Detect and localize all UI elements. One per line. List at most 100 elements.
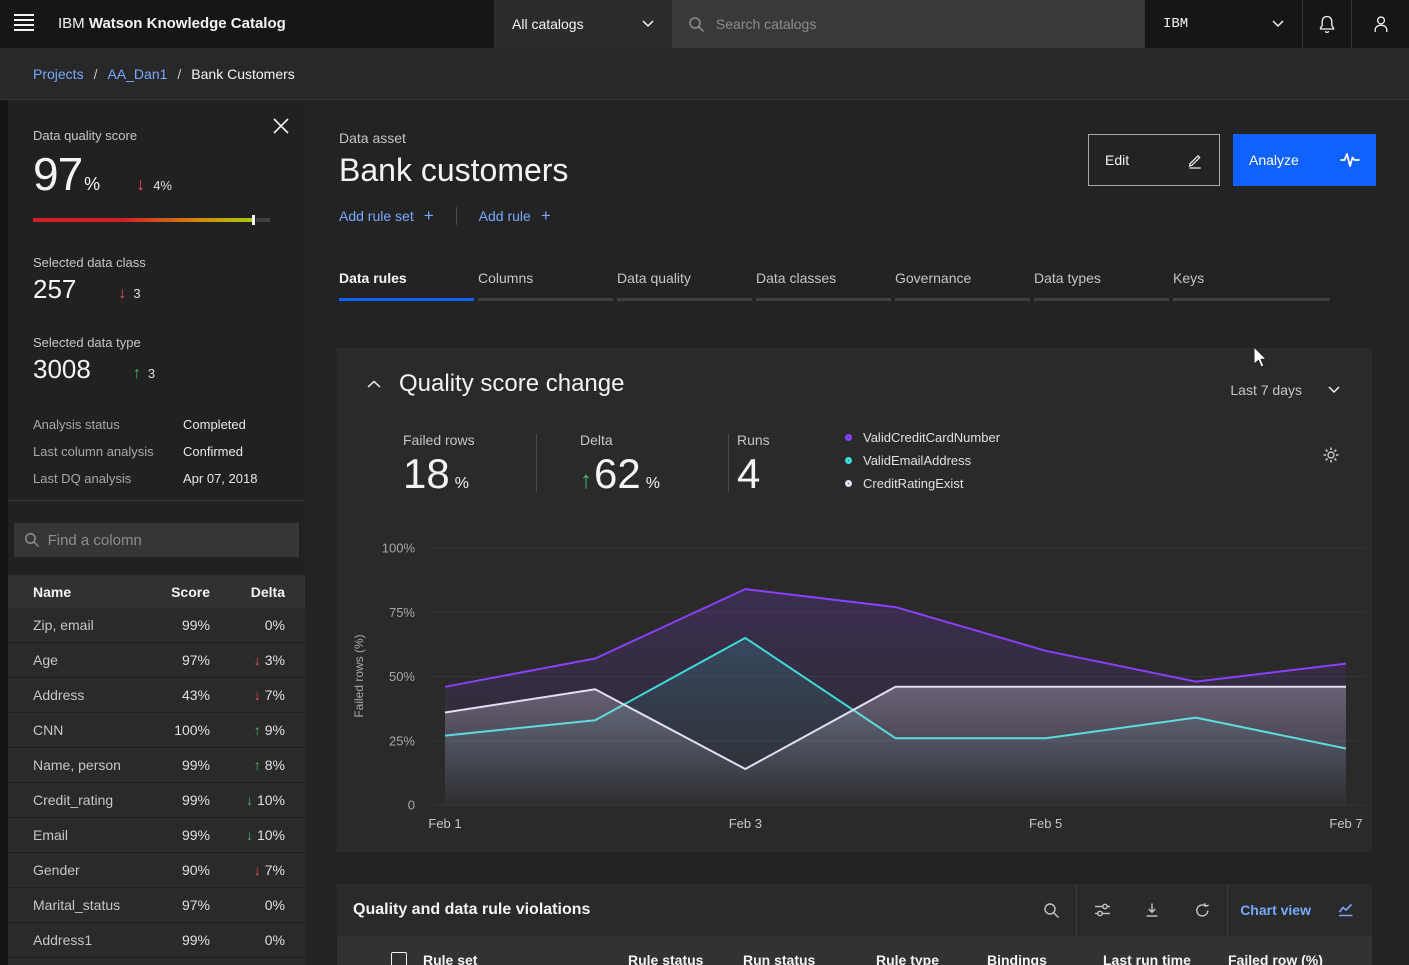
breadcrumb-separator: /	[94, 66, 98, 82]
down-arrow-icon: ↓	[136, 174, 145, 195]
legend-item[interactable]: CreditRatingExist	[845, 476, 1000, 491]
cell-score: 99%	[160, 617, 210, 633]
chart-settings-button[interactable]	[1322, 446, 1340, 464]
quality-score-gauge	[33, 215, 270, 225]
data-type-label: Selected data type	[33, 335, 305, 350]
collapse-panel-button[interactable]	[367, 380, 381, 389]
column-header-bindings[interactable]: Bindings	[987, 952, 1103, 965]
legend-item[interactable]: ValidEmailAddress	[845, 453, 1000, 468]
chart-view-toggle[interactable]: Chart view	[1228, 884, 1372, 936]
tab-data-quality[interactable]: Data quality	[617, 270, 756, 301]
cell-name: Address1	[8, 932, 160, 948]
close-sidebar-button[interactable]	[273, 118, 291, 136]
table-row[interactable]: Age97%↓3%	[8, 643, 305, 678]
table-row[interactable]: Gender90%↓7%	[8, 853, 305, 888]
cell-name: Credit_rating	[8, 792, 160, 808]
cell-score: 99%	[160, 932, 210, 948]
col-header-score[interactable]: Score	[160, 584, 210, 600]
stat-label: Delta	[580, 432, 660, 448]
column-header-rule-status[interactable]: Rule status	[628, 952, 743, 965]
add-rule-set-link[interactable]: Add rule set+	[339, 206, 434, 226]
violations-panel: Quality and data rule violations	[337, 884, 1372, 965]
column-header-rule-type[interactable]: Rule type	[876, 952, 987, 965]
tab-keys[interactable]: Keys	[1173, 270, 1334, 301]
up-arrow-icon: ↑	[254, 722, 261, 738]
tab-label: Data classes	[756, 270, 895, 298]
violations-table-header: Rule setRule statusRun statusRule typeBi…	[337, 936, 1372, 965]
tab-data-rules[interactable]: Data rules	[339, 270, 478, 301]
runs-stat: Runs 4	[737, 432, 770, 498]
chart-view-label: Chart view	[1240, 902, 1311, 918]
reset-button[interactable]	[1177, 884, 1227, 936]
breadcrumb-projects[interactable]: Projects	[33, 66, 84, 82]
kv-value: Completed	[183, 417, 246, 432]
cell-delta: ↓3%	[210, 652, 305, 668]
violations-toolbar: Chart view	[1026, 884, 1372, 936]
search-input[interactable]	[716, 16, 1129, 32]
search-icon	[1043, 902, 1060, 919]
cell-name: Age	[8, 652, 160, 668]
column-header-last-run-time[interactable]: Last run time	[1103, 952, 1228, 965]
cell-score: 100%	[160, 722, 210, 738]
tab-data-classes[interactable]: Data classes	[756, 270, 895, 301]
brand-prefix: IBM	[58, 15, 85, 32]
down-arrow-icon: ↓	[246, 827, 253, 843]
breadcrumb-project[interactable]: AA_Dan1	[107, 66, 167, 82]
quality-score-unit: %	[84, 174, 100, 195]
chevron-down-icon	[1272, 20, 1284, 28]
table-row[interactable]: Zip, email99%0%	[8, 608, 305, 643]
column-header-rule-set[interactable]: Rule set	[423, 952, 628, 965]
tab-columns[interactable]: Columns	[478, 270, 617, 301]
cell-name: Zip, email	[8, 617, 160, 633]
col-header-name[interactable]: Name	[8, 584, 160, 600]
last-dq-analysis-row: Last DQ analysis Apr 07, 2018	[33, 471, 305, 486]
table-row[interactable]: Marital_status97%0%	[8, 888, 305, 923]
analyze-button-label: Analyze	[1249, 152, 1299, 168]
search-icon	[24, 532, 39, 548]
gear-icon	[1322, 446, 1340, 464]
tab-governance[interactable]: Governance	[895, 270, 1034, 301]
legend-dot	[845, 457, 852, 464]
account-dropdown[interactable]: IBM	[1145, 0, 1303, 48]
gauge-marker	[252, 215, 255, 225]
quality-score-label: Data quality score	[33, 100, 305, 143]
user-profile-button[interactable]	[1356, 0, 1405, 48]
stat-value: 18	[403, 450, 450, 498]
divider	[536, 434, 537, 492]
svg-text:Feb 5: Feb 5	[1029, 816, 1062, 831]
filter-button[interactable]	[1077, 884, 1127, 936]
edit-button[interactable]: Edit	[1088, 134, 1220, 186]
table-row[interactable]: Name, person99%↑8%	[8, 748, 305, 783]
search-button[interactable]	[1026, 884, 1076, 936]
legend-item[interactable]: ValidCreditCardNumber	[845, 430, 1000, 445]
table-row[interactable]: CNN100%↑9%	[8, 713, 305, 748]
table-row[interactable]: Address199%0%	[8, 923, 305, 958]
columns-table-body: Zip, email99%0%Age97%↓3%Address43%↓7%CNN…	[8, 608, 305, 958]
add-rule-set-label: Add rule set	[339, 208, 414, 224]
catalogs-dropdown[interactable]: All catalogs	[494, 0, 672, 48]
activity-icon	[1340, 152, 1360, 168]
col-header-delta[interactable]: Delta	[210, 584, 305, 600]
column-header-failed-row-[interactable]: Failed row (%)	[1228, 952, 1348, 965]
add-rule-link[interactable]: Add rule+	[479, 206, 551, 226]
find-column-input[interactable]	[48, 532, 289, 549]
cell-score: 97%	[160, 652, 210, 668]
tab-label: Data rules	[339, 270, 478, 298]
download-button[interactable]	[1127, 884, 1177, 936]
column-header-run-status[interactable]: Run status	[743, 952, 876, 965]
table-row[interactable]: Email99%↓10%	[8, 818, 305, 853]
time-range-dropdown[interactable]: Last 7 days	[1230, 382, 1340, 398]
notifications-button[interactable]	[1303, 0, 1352, 48]
hamburger-menu-icon[interactable]	[14, 14, 34, 34]
table-row[interactable]: Address43%↓7%	[8, 678, 305, 713]
legend-label: ValidEmailAddress	[863, 453, 971, 468]
analyze-button[interactable]: Analyze	[1233, 134, 1376, 186]
tab-data-types[interactable]: Data types	[1034, 270, 1173, 301]
quality-score-change-panel: Quality score change Last 7 days Failed …	[337, 348, 1372, 852]
breadcrumb-separator: /	[177, 66, 181, 82]
select-all-checkbox[interactable]	[391, 952, 407, 965]
table-row[interactable]: Credit_rating99%↓10%	[8, 783, 305, 818]
tab-label: Governance	[895, 270, 1034, 298]
data-type-value: 3008	[33, 354, 91, 385]
product-name: Watson Knowledge Catalog	[89, 15, 286, 32]
